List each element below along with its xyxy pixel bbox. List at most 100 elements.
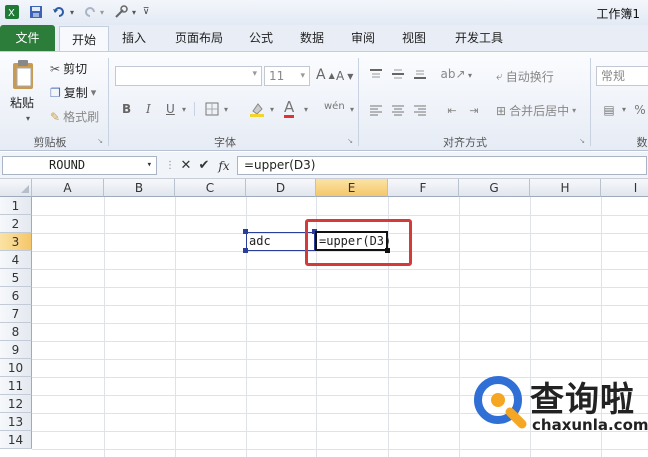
fill-color-dropdown-icon[interactable]: ▾ (268, 104, 276, 114)
tab-view[interactable]: 视图 (394, 25, 434, 51)
font-divider (194, 102, 195, 116)
save-icon[interactable] (28, 4, 44, 20)
tab-page-layout[interactable]: 页面布局 (164, 25, 234, 51)
row-header-9[interactable]: 9 (0, 341, 32, 359)
row-header-5[interactable]: 5 (0, 269, 32, 287)
customize-qat-icon[interactable]: ⊽ (142, 5, 150, 19)
tab-formulas[interactable]: 公式 (242, 25, 280, 51)
name-box[interactable]: ROUND ▾ (2, 156, 157, 175)
wrap-text-button[interactable]: ⤶ 自动换行 (496, 68, 554, 85)
percent-icon[interactable]: % (632, 102, 648, 118)
tab-home[interactable]: 开始 (59, 26, 109, 51)
align-right-icon[interactable] (412, 102, 428, 118)
enter-icon[interactable]: ✔ (196, 157, 212, 174)
borders-dropdown-icon[interactable]: ▾ (222, 104, 230, 114)
column-header-c[interactable]: C (175, 179, 246, 197)
font-launcher-icon[interactable]: ↘ (346, 137, 354, 145)
highlight-annotation (305, 219, 412, 266)
merge-center-button[interactable]: ⊞ 合并后居中 ▾ (496, 102, 576, 119)
copy-dropdown-icon[interactable]: ▾ (91, 86, 97, 99)
formula-bar: ROUND ▾ ⋮ ✕ ✔ fx =upper(D3) (0, 152, 648, 179)
copy-button[interactable]: ❐ 复制 ▾ (50, 84, 96, 101)
column-header-i[interactable]: I (601, 179, 648, 197)
row-header-11[interactable]: 11 (0, 377, 32, 395)
tab-insert[interactable]: 插入 (113, 25, 155, 51)
name-box-value: ROUND (49, 158, 86, 172)
alignment-launcher-icon[interactable]: ↘ (578, 137, 586, 145)
font-name-combo[interactable]: ▾ (115, 66, 262, 86)
font-color-dropdown-icon[interactable]: ▾ (302, 104, 310, 114)
clipboard-launcher-icon[interactable]: ↘ (96, 137, 104, 145)
align-top-icon[interactable] (368, 66, 384, 82)
paste-icon[interactable] (8, 58, 38, 92)
align-left-icon[interactable] (368, 102, 384, 118)
merge-dropdown-icon[interactable]: ▾ (572, 106, 576, 115)
fill-color-icon[interactable] (248, 100, 266, 118)
phonetic-button[interactable]: wén (324, 101, 345, 112)
increase-font-button[interactable]: A ▲ (316, 67, 335, 83)
cancel-icon[interactable]: ✕ (178, 157, 194, 174)
paste-button[interactable]: 粘贴 (10, 94, 34, 111)
wrap-text-icon: ⤶ (496, 69, 503, 83)
range-handle-icon[interactable] (243, 229, 248, 234)
font-size-combo[interactable]: 11 ▾ (264, 66, 310, 86)
formula-bar-resize-icon[interactable]: ⋮ (163, 158, 177, 172)
tab-file[interactable]: 文件 (0, 25, 55, 51)
row-header-6[interactable]: 6 (0, 287, 32, 305)
row-header-8[interactable]: 8 (0, 323, 32, 341)
underline-button[interactable]: U (166, 102, 175, 116)
range-handle-icon[interactable] (243, 248, 248, 253)
font-size-dropdown-icon[interactable]: ▾ (300, 67, 305, 85)
align-center-icon[interactable] (390, 102, 406, 118)
underline-dropdown-icon[interactable]: ▾ (180, 104, 188, 114)
insert-function-icon[interactable]: fx (214, 157, 234, 174)
accounting-dropdown-icon[interactable]: ▾ (620, 104, 628, 114)
tab-developer[interactable]: 开发工具 (446, 25, 512, 51)
formula-input[interactable]: =upper(D3) (237, 156, 647, 175)
orientation-dropdown-icon[interactable]: ▾ (466, 70, 474, 80)
row-header-7[interactable]: 7 (0, 305, 32, 323)
cut-button[interactable]: ✂ 剪切 (50, 60, 87, 77)
align-middle-icon[interactable] (390, 66, 406, 82)
select-all-corner[interactable] (0, 179, 32, 197)
align-bottom-icon[interactable] (412, 66, 428, 82)
decrease-font-button[interactable]: A ▼ (336, 69, 353, 83)
redo-icon[interactable] (82, 4, 98, 20)
font-name-dropdown-icon[interactable]: ▾ (252, 69, 257, 79)
row-header-13[interactable]: 13 (0, 413, 32, 431)
column-header-h[interactable]: H (530, 179, 601, 197)
phonetic-dropdown-icon[interactable]: ▾ (348, 104, 356, 114)
tab-data[interactable]: 数据 (292, 25, 332, 51)
row-header-3[interactable]: 3 (0, 233, 32, 251)
tab-review[interactable]: 审阅 (343, 25, 383, 51)
borders-icon[interactable] (204, 101, 220, 117)
column-header-g[interactable]: G (459, 179, 530, 197)
number-format-combo[interactable]: 常规 (596, 66, 648, 86)
paste-dropdown-icon[interactable]: ▾ (24, 113, 32, 123)
column-header-a[interactable]: A (32, 179, 104, 197)
column-header-e[interactable]: E (316, 179, 388, 197)
italic-button[interactable]: I (146, 102, 151, 116)
tools-icon[interactable] (112, 3, 130, 21)
decrease-indent-icon[interactable]: ⇤ (444, 102, 460, 118)
row-header-14[interactable]: 14 (0, 431, 32, 449)
redo-dropdown-icon[interactable]: ▾ (98, 6, 106, 18)
format-painter-button[interactable]: ✎ 格式刷 (50, 108, 99, 125)
bold-button[interactable]: B (122, 102, 131, 116)
column-header-d[interactable]: D (246, 179, 316, 197)
row-header-12[interactable]: 12 (0, 395, 32, 413)
row-header-4[interactable]: 4 (0, 251, 32, 269)
increase-indent-icon[interactable]: ⇥ (466, 102, 482, 118)
column-header-b[interactable]: B (104, 179, 175, 197)
font-color-button[interactable]: A (284, 99, 295, 118)
undo-icon[interactable] (50, 4, 68, 20)
undo-dropdown-icon[interactable]: ▾ (68, 6, 76, 18)
row-header-10[interactable]: 10 (0, 359, 32, 377)
orientation-icon[interactable]: ab↗ (440, 66, 465, 82)
tools-dropdown-icon[interactable]: ▾ (130, 6, 138, 18)
name-box-dropdown-icon[interactable]: ▾ (147, 157, 152, 174)
accounting-format-icon[interactable]: ▤ (600, 102, 618, 118)
row-header-1[interactable]: 1 (0, 197, 32, 215)
column-header-f[interactable]: F (388, 179, 459, 197)
row-header-2[interactable]: 2 (0, 215, 32, 233)
